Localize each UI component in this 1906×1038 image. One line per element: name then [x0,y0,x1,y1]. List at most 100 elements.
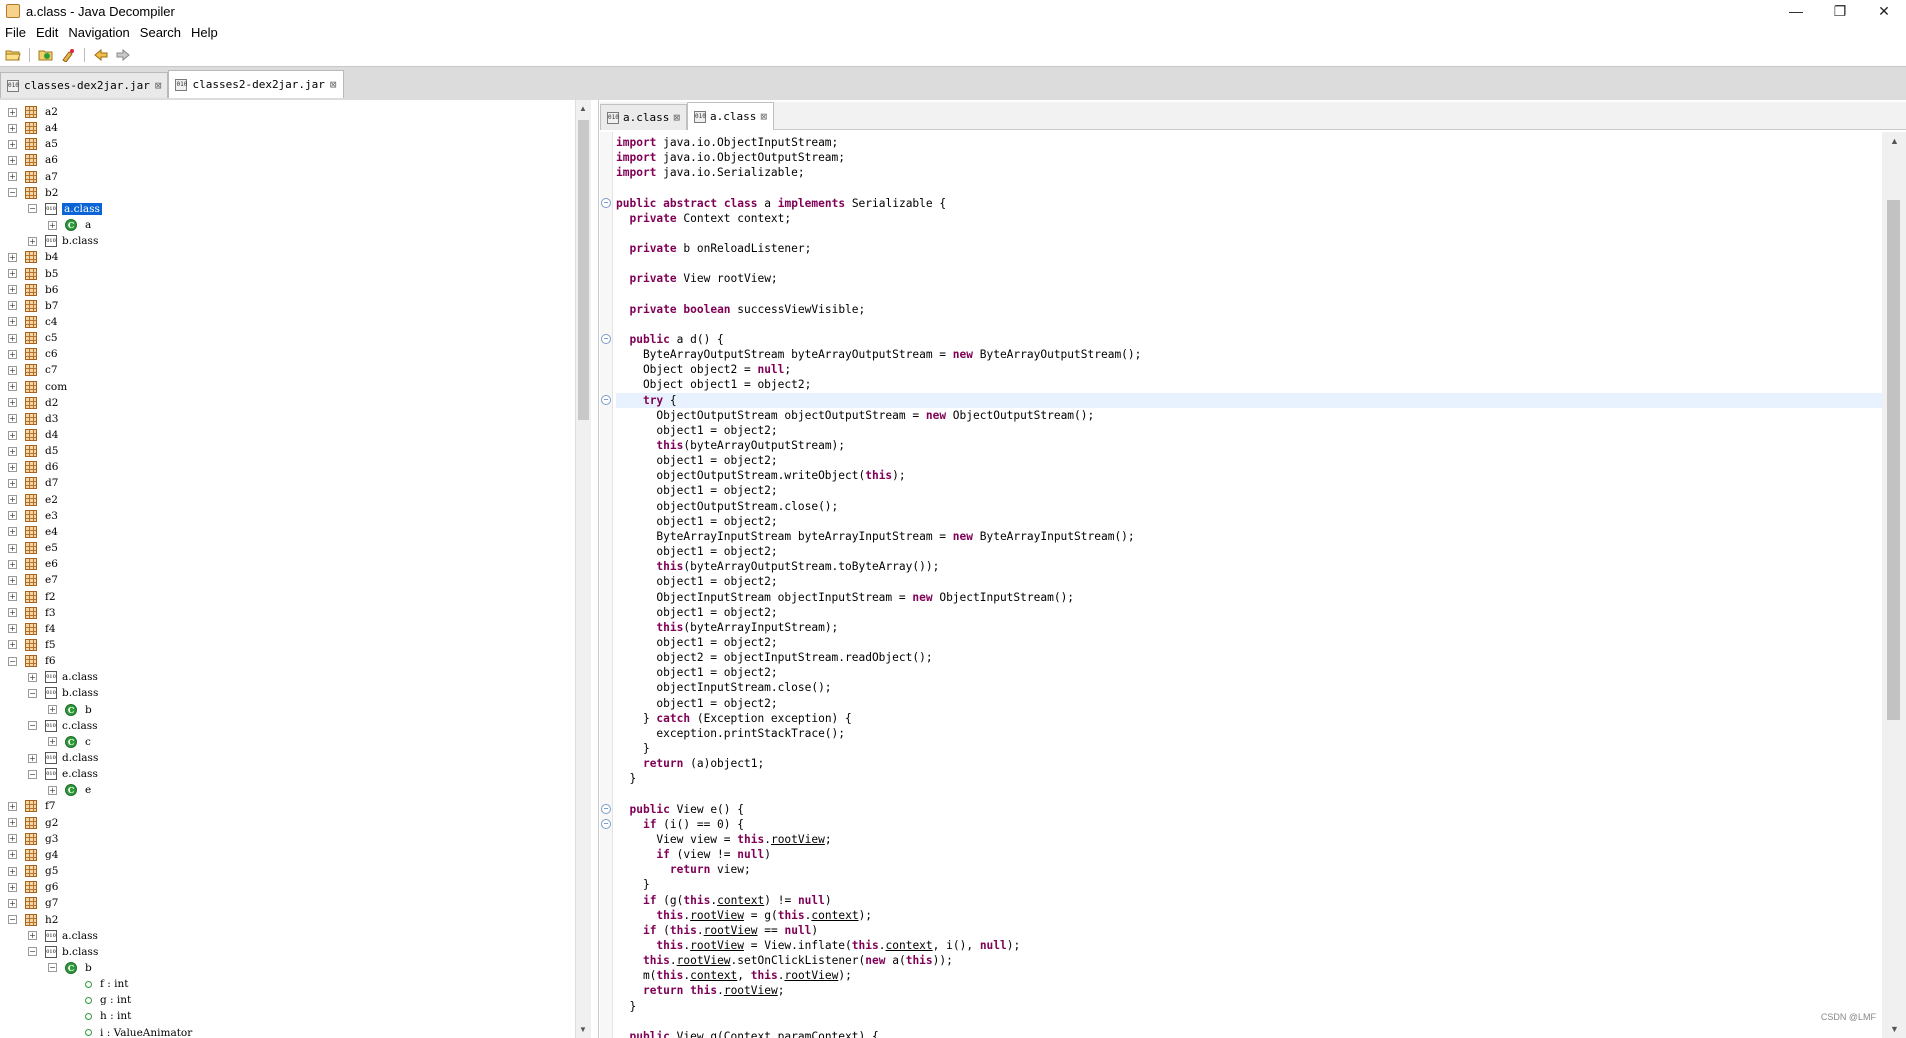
tree-node[interactable]: + Cb [48,702,92,718]
expand-icon[interactable]: + [48,705,57,715]
expand-icon[interactable]: + [8,801,17,811]
expand-icon[interactable]: + [8,301,17,311]
expand-icon[interactable]: + [8,575,17,585]
tree-node[interactable]: + com [8,379,67,395]
expand-icon[interactable]: + [8,818,17,828]
expand-icon[interactable]: + [28,672,37,682]
tree-node[interactable]: g : int [68,992,131,1008]
tree-node[interactable]: + g6 [8,879,58,895]
tree-node[interactable]: + a6 [8,152,58,168]
tree-node[interactable]: + d5 [8,443,58,459]
expand-icon[interactable]: + [8,252,17,262]
tree-node[interactable]: h : int [68,1008,131,1024]
close-tab-icon[interactable]: ⊠ [155,79,162,92]
expand-icon[interactable]: + [48,785,57,795]
expand-icon[interactable]: + [8,834,17,844]
expand-icon[interactable]: + [8,478,17,488]
expand-icon[interactable]: + [8,317,17,327]
code-view[interactable]: import java.io.ObjectInputStream; import … [600,132,1882,1038]
menu-search[interactable]: Search [135,25,186,40]
package-tree[interactable]: + a2 + a4 + a5 + a6 + a7− b2−010 a.class + Ca +010 b.cl… [0,100,591,1038]
scroll-up-icon[interactable]: ▲ [1890,136,1899,146]
scroll-up-icon[interactable]: ▲ [579,104,587,113]
tree-node[interactable]: + b4 [8,249,58,265]
collapse-icon[interactable]: − [8,188,17,198]
tree-node[interactable]: + e2 [8,492,58,508]
fold-toggle-icon[interactable]: − [601,333,611,344]
tree-node[interactable]: − b2 [8,185,58,201]
expand-icon[interactable]: + [48,737,57,747]
file-tab-classes-dex2jar[interactable]: 010 classes-dex2jar.jar ⊠ [0,72,169,98]
tree-node[interactable]: + f7 [8,798,56,814]
expand-icon[interactable]: + [8,850,17,860]
tree-node[interactable]: f : int [68,976,128,992]
tree-node[interactable]: + d3 [8,411,58,427]
expand-icon[interactable]: + [8,882,17,892]
expand-icon[interactable]: + [8,269,17,278]
expand-icon[interactable]: + [28,236,37,246]
expand-icon[interactable]: + [28,931,37,941]
expand-icon[interactable]: + [8,608,17,618]
expand-icon[interactable]: + [8,430,17,440]
fold-toggle-icon[interactable]: − [601,197,611,208]
expand-icon[interactable]: + [28,753,37,763]
tree-node[interactable]: + a7 [8,169,58,185]
search-icon[interactable] [59,46,77,64]
forward-arrow-icon[interactable] [114,46,132,64]
menu-help[interactable]: Help [186,25,223,40]
editor-tab[interactable]: 010 a.class ⊠ [600,104,687,130]
expand-icon[interactable]: + [8,446,17,456]
tree-node[interactable]: + c6 [8,346,58,362]
tree-node[interactable]: + g4 [8,847,58,863]
tree-node[interactable]: +010 d.class [28,750,98,766]
tree-node[interactable]: + g7 [8,895,58,911]
tree-node[interactable]: + b5 [8,266,58,282]
expand-icon[interactable]: + [8,559,17,569]
tree-node[interactable]: + f5 [8,637,56,653]
tree-node[interactable]: + e6 [8,556,58,572]
collapse-icon[interactable]: − [8,656,17,666]
open-type-icon[interactable] [37,46,55,64]
expand-icon[interactable]: + [8,624,17,634]
tree-node[interactable]: + Ca [48,217,91,233]
tree-node[interactable]: +010 a.class [28,928,98,944]
tree-node[interactable]: + e3 [8,508,58,524]
tree-node[interactable]: + f3 [8,605,56,621]
expand-icon[interactable]: + [8,349,17,359]
back-arrow-icon[interactable] [92,46,110,64]
tree-node[interactable]: −010 b.class [28,685,98,701]
expand-icon[interactable]: + [8,414,17,424]
tree-node[interactable]: + Cc [48,734,91,750]
tree-node[interactable]: + a2 [8,104,58,120]
tree-node[interactable]: − f6 [8,653,56,669]
collapse-icon[interactable]: − [28,769,37,779]
tree-node[interactable]: − Cb [48,960,92,976]
collapse-icon[interactable]: − [8,915,17,924]
scroll-down-icon[interactable]: ▼ [579,1025,587,1034]
expand-icon[interactable]: + [8,155,17,165]
restore-icon[interactable]: ❐ [1818,0,1862,22]
editor-tab-active[interactable]: 010 a.class ⊠ [686,102,774,130]
expand-icon[interactable]: + [8,462,17,472]
tree-node[interactable]: −010 e.class [28,766,98,782]
expand-icon[interactable]: + [8,172,17,182]
tree-node[interactable]: +010 b.class [28,233,98,249]
expand-icon[interactable]: + [8,592,17,601]
tree-node[interactable]: −010 c.class [28,718,98,734]
tree-node[interactable]: + g5 [8,863,58,879]
close-tab-icon[interactable]: ⊠ [330,78,337,91]
tree-node[interactable]: −010 b.class [28,944,98,960]
tree-node[interactable]: + c4 [8,314,58,330]
expand-icon[interactable]: + [8,898,17,908]
collapse-icon[interactable]: − [28,721,37,731]
fold-toggle-icon[interactable]: − [601,803,611,814]
tree-node[interactable]: + a5 [8,136,58,152]
tree-node[interactable]: + d6 [8,459,58,475]
tree-node[interactable]: − h2 [8,912,58,928]
expand-icon[interactable]: + [8,333,17,343]
tree-node[interactable]: + c7 [8,362,58,378]
fold-toggle-icon[interactable]: − [601,818,611,829]
tree-node[interactable]: + a4 [8,120,58,136]
collapse-icon[interactable]: − [28,947,37,957]
expand-icon[interactable]: + [8,139,17,149]
